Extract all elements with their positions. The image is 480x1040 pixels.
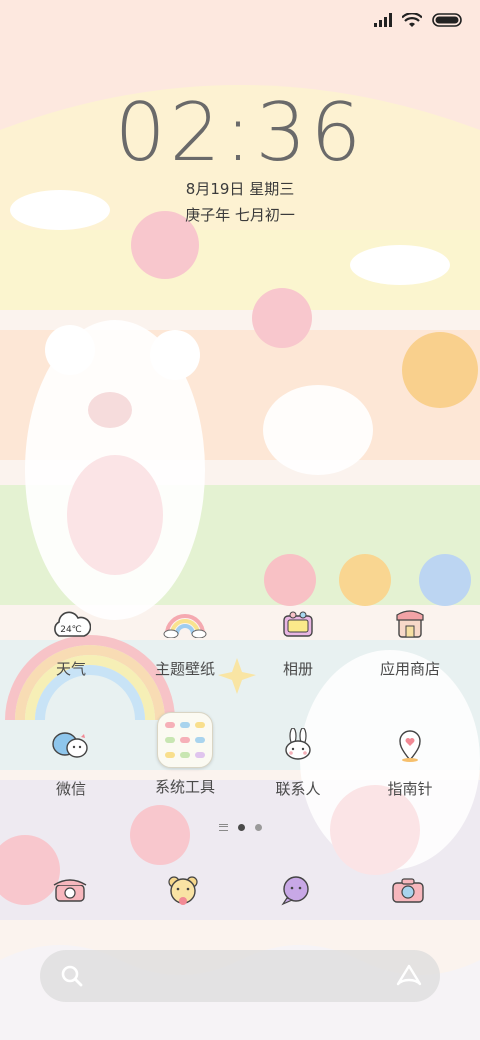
search-icon[interactable] xyxy=(60,964,84,988)
weather-temp: 24℃ xyxy=(60,625,82,635)
dock-camera[interactable] xyxy=(383,865,433,915)
camera-icon xyxy=(392,878,424,903)
app-label: 天气 xyxy=(55,660,86,678)
app-label: 主题壁纸 xyxy=(154,660,215,678)
page-list-icon[interactable] xyxy=(218,824,228,831)
app-label: 应用商店 xyxy=(379,660,440,678)
app-weather[interactable]: 24℃ 天气 xyxy=(16,600,126,679)
app-label: 指南针 xyxy=(387,780,433,798)
clock-date: 8月19日 星期三 xyxy=(185,180,295,198)
page-dot[interactable] xyxy=(254,824,262,831)
battery-icon xyxy=(432,13,462,27)
page-dot-active[interactable] xyxy=(237,824,245,831)
search-bar[interactable] xyxy=(40,950,440,1002)
app-store-icon xyxy=(385,600,435,650)
clock-lunar-date: 庚子年 七月初一 xyxy=(185,206,295,224)
message-bubble-icon xyxy=(281,876,309,906)
dock-messages[interactable] xyxy=(271,865,321,915)
page-indicator[interactable] xyxy=(0,824,480,831)
app-wechat[interactable]: 微信 xyxy=(16,720,126,799)
dock-phone[interactable] xyxy=(45,865,95,915)
phone-icon xyxy=(53,879,87,902)
app-label: 相册 xyxy=(282,660,313,678)
dock-bear[interactable] xyxy=(158,865,208,915)
folder-icon xyxy=(157,712,213,768)
photo-album-icon xyxy=(273,600,323,650)
chat-bubbles-icon xyxy=(46,720,96,770)
app-system-tools[interactable]: 系统工具 xyxy=(130,712,240,797)
status-bar xyxy=(374,8,462,32)
bear-face-icon xyxy=(168,876,198,905)
map-pin-icon xyxy=(385,720,435,770)
app-label: 联系人 xyxy=(275,780,321,798)
app-label: 微信 xyxy=(55,780,86,798)
app-app-store[interactable]: 应用商店 xyxy=(355,600,465,679)
app-theme-wallpaper[interactable]: 主题壁纸 xyxy=(130,600,240,679)
weather-cloud-icon: 24℃ xyxy=(46,600,96,650)
app-gallery[interactable]: 相册 xyxy=(243,600,353,679)
app-label: 系统工具 xyxy=(154,778,215,796)
clock-time[interactable]: 02:36 xyxy=(0,86,480,179)
bunny-icon xyxy=(273,720,323,770)
signal-icon xyxy=(374,13,392,27)
assistant-icon[interactable] xyxy=(396,964,422,988)
rainbow-icon xyxy=(160,600,210,650)
app-compass[interactable]: 指南针 xyxy=(355,720,465,799)
wifi-icon xyxy=(402,12,422,27)
app-contacts[interactable]: 联系人 xyxy=(243,720,353,799)
